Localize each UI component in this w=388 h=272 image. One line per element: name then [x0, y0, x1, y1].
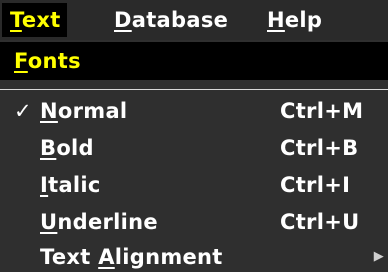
bold-mnemonic: B [40, 136, 57, 160]
fonts-label: onts [27, 49, 81, 73]
underline-shortcut: Ctrl+U [280, 210, 360, 234]
menu-item-underline[interactable]: Underline Ctrl+U [0, 205, 388, 239]
menu-separator [0, 89, 388, 90]
menu-help-mnemonic: H [267, 8, 285, 32]
text-menu-screen: Text Database Help Fonts ✓ Normal Ctrl+M… [0, 0, 388, 272]
menu-item-fonts[interactable]: Fonts [14, 42, 81, 80]
underline-mnemonic: U [40, 210, 58, 234]
text-alignment-prefix: Text [40, 245, 99, 269]
menu-item-text-alignment[interactable]: Text Alignment ▶ [0, 240, 388, 272]
menu-help[interactable]: Help [263, 3, 326, 37]
menu-database-label: atabase [131, 8, 229, 32]
checkmark-icon: ✓ [14, 99, 32, 123]
italic-shortcut: Ctrl+I [280, 173, 351, 197]
normal-label: Normal [40, 94, 127, 128]
text-alignment-mnemonic: A [98, 245, 115, 269]
menu-item-bold[interactable]: Bold Ctrl+B [0, 131, 388, 165]
normal-label-rest: ormal [57, 99, 128, 123]
menu-item-italic[interactable]: Italic Ctrl+I [0, 168, 388, 202]
menu-database-mnemonic: D [114, 8, 132, 32]
normal-mnemonic: N [40, 99, 58, 123]
menu-text-mnemonic: T [10, 8, 22, 32]
underline-label-rest: nderline [57, 210, 158, 234]
menu-text-label: ext [21, 8, 61, 32]
menu-database[interactable]: Database [110, 3, 232, 37]
italic-label: Italic [40, 168, 101, 202]
menu-item-normal[interactable]: ✓ Normal Ctrl+M [0, 94, 388, 128]
italic-label-rest: talic [48, 173, 101, 197]
bold-label-rest: old [56, 136, 94, 160]
italic-mnemonic: I [40, 173, 49, 197]
text-alignment-label-rest: lignment [114, 245, 223, 269]
chevron-right-icon: ▶ [373, 249, 384, 264]
bold-label: Bold [40, 131, 94, 165]
fonts-mnemonic: F [14, 49, 28, 73]
bold-shortcut: Ctrl+B [280, 136, 359, 160]
text-alignment-label: Text Alignment [40, 240, 223, 272]
underline-label: Underline [40, 205, 158, 239]
fonts-item-row[interactable]: Fonts [0, 42, 388, 80]
menu-help-label: elp [284, 8, 323, 32]
normal-shortcut: Ctrl+M [280, 99, 364, 123]
menu-text[interactable]: Text [2, 3, 67, 37]
menu-bar: Text Database Help [0, 0, 388, 40]
